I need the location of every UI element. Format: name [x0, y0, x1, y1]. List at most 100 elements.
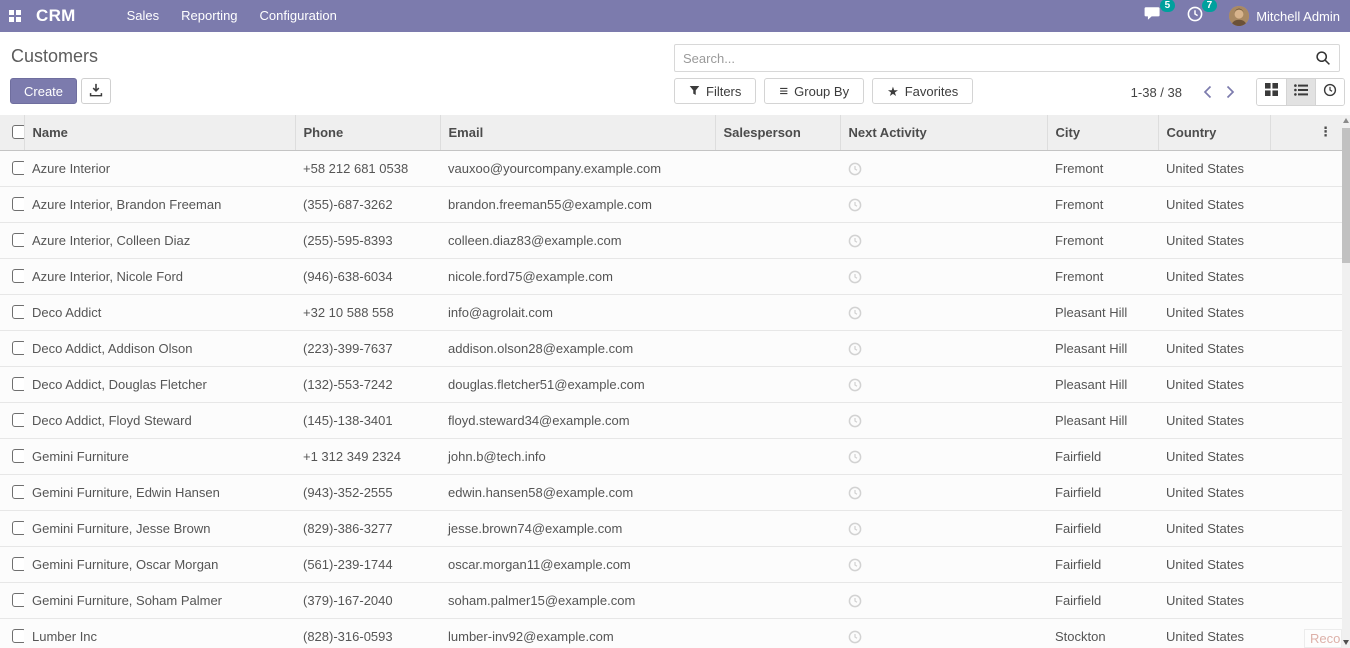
cell-country[interactable]: United States [1158, 186, 1270, 222]
table-row[interactable]: Azure Interior, Nicole Ford (946)-638-60… [0, 258, 1342, 294]
cell-city[interactable]: Fremont [1047, 150, 1158, 186]
row-checkbox[interactable] [12, 341, 24, 355]
cell-email[interactable]: floyd.steward34@example.com [440, 402, 715, 438]
column-header-city[interactable]: City [1047, 115, 1158, 150]
cell-next-activity[interactable] [840, 402, 1047, 438]
cell-salesperson[interactable] [715, 402, 840, 438]
cell-name[interactable]: Azure Interior [24, 150, 295, 186]
cell-phone[interactable]: +32 10 588 558 [295, 294, 440, 330]
cell-email[interactable]: addison.olson28@example.com [440, 330, 715, 366]
cell-next-activity[interactable] [840, 222, 1047, 258]
cell-next-activity[interactable] [840, 618, 1047, 648]
cell-email[interactable]: info@agrolait.com [440, 294, 715, 330]
row-checkbox[interactable] [12, 629, 24, 643]
messages-button[interactable]: 5 [1144, 6, 1161, 26]
cell-email[interactable]: jesse.brown74@example.com [440, 510, 715, 546]
table-row[interactable]: Gemini Furniture, Jesse Brown (829)-386-… [0, 510, 1342, 546]
cell-next-activity[interactable] [840, 366, 1047, 402]
search-icon[interactable] [1307, 50, 1339, 66]
cell-phone[interactable]: (829)-386-3277 [295, 510, 440, 546]
cell-email[interactable]: vauxoo@yourcompany.example.com [440, 150, 715, 186]
cell-next-activity[interactable] [840, 474, 1047, 510]
next-activity-clock-icon[interactable] [848, 448, 862, 463]
cell-name[interactable]: Deco Addict [24, 294, 295, 330]
row-checkbox[interactable] [12, 305, 24, 319]
cell-salesperson[interactable] [715, 330, 840, 366]
user-avatar[interactable] [1229, 6, 1249, 26]
cell-phone[interactable]: (223)-399-7637 [295, 330, 440, 366]
optional-columns-icon[interactable]: ⋮ [1319, 124, 1334, 139]
kanban-view-button[interactable] [1257, 79, 1286, 105]
cell-phone[interactable]: (828)-316-0593 [295, 618, 440, 648]
cell-phone[interactable]: (943)-352-2555 [295, 474, 440, 510]
cell-name[interactable]: Gemini Furniture, Jesse Brown [24, 510, 295, 546]
table-row[interactable]: Deco Addict +32 10 588 558 info@agrolait… [0, 294, 1342, 330]
row-checkbox[interactable] [12, 161, 24, 175]
row-checkbox[interactable] [12, 449, 24, 463]
cell-city[interactable]: Pleasant Hill [1047, 330, 1158, 366]
cell-email[interactable]: oscar.morgan11@example.com [440, 546, 715, 582]
next-activity-clock-icon[interactable] [848, 196, 862, 211]
cell-next-activity[interactable] [840, 258, 1047, 294]
cell-email[interactable]: soham.palmer15@example.com [440, 582, 715, 618]
cell-phone[interactable]: +58 212 681 0538 [295, 150, 440, 186]
app-brand[interactable]: CRM [36, 6, 76, 26]
next-activity-clock-icon[interactable] [848, 304, 862, 319]
cell-name[interactable]: Lumber Inc [24, 618, 295, 648]
create-button[interactable]: Create [10, 78, 77, 104]
cell-city[interactable]: Fairfield [1047, 582, 1158, 618]
next-activity-clock-icon[interactable] [848, 268, 862, 283]
row-checkbox[interactable] [12, 197, 24, 211]
cell-name[interactable]: Azure Interior, Colleen Diaz [24, 222, 295, 258]
cell-phone[interactable]: (561)-239-1744 [295, 546, 440, 582]
cell-country[interactable]: United States [1158, 150, 1270, 186]
cell-salesperson[interactable] [715, 258, 840, 294]
next-activity-clock-icon[interactable] [848, 232, 862, 247]
cell-country[interactable]: United States [1158, 618, 1270, 648]
cell-next-activity[interactable] [840, 438, 1047, 474]
cell-city[interactable]: Fremont [1047, 222, 1158, 258]
cell-country[interactable]: United States [1158, 438, 1270, 474]
column-header-name[interactable]: Name [24, 115, 295, 150]
cell-city[interactable]: Fremont [1047, 186, 1158, 222]
apps-menu-icon[interactable] [0, 0, 30, 32]
row-checkbox[interactable] [12, 593, 24, 607]
cell-phone[interactable]: (379)-167-2040 [295, 582, 440, 618]
cell-email[interactable]: nicole.ford75@example.com [440, 258, 715, 294]
cell-country[interactable]: United States [1158, 474, 1270, 510]
cell-salesperson[interactable] [715, 222, 840, 258]
menu-configuration[interactable]: Configuration [249, 0, 348, 32]
cell-next-activity[interactable] [840, 582, 1047, 618]
table-row[interactable]: Lumber Inc (828)-316-0593 lumber-inv92@e… [0, 618, 1342, 648]
row-checkbox[interactable] [12, 269, 24, 283]
cell-city[interactable]: Pleasant Hill [1047, 294, 1158, 330]
cell-salesperson[interactable] [715, 150, 840, 186]
cell-name[interactable]: Gemini Furniture, Edwin Hansen [24, 474, 295, 510]
table-row[interactable]: Gemini Furniture, Oscar Morgan (561)-239… [0, 546, 1342, 582]
cell-next-activity[interactable] [840, 510, 1047, 546]
table-row[interactable]: Deco Addict, Floyd Steward (145)-138-340… [0, 402, 1342, 438]
next-activity-clock-icon[interactable] [848, 412, 862, 427]
cell-country[interactable]: United States [1158, 366, 1270, 402]
activities-button[interactable]: 7 [1187, 6, 1203, 27]
next-activity-clock-icon[interactable] [848, 484, 862, 499]
row-checkbox[interactable] [12, 521, 24, 535]
cell-city[interactable]: Stockton [1047, 618, 1158, 648]
select-all-checkbox[interactable] [12, 125, 24, 139]
cell-next-activity[interactable] [840, 150, 1047, 186]
favorites-button[interactable]: ★ Favorites [872, 78, 973, 104]
cell-next-activity[interactable] [840, 546, 1047, 582]
cell-next-activity[interactable] [840, 330, 1047, 366]
next-activity-clock-icon[interactable] [848, 628, 862, 643]
table-row[interactable]: Deco Addict, Douglas Fletcher (132)-553-… [0, 366, 1342, 402]
cell-name[interactable]: Gemini Furniture, Soham Palmer [24, 582, 295, 618]
table-row[interactable]: Azure Interior, Brandon Freeman (355)-68… [0, 186, 1342, 222]
scrollbar-thumb[interactable] [1342, 128, 1350, 263]
cell-salesperson[interactable] [715, 294, 840, 330]
cell-email[interactable]: brandon.freeman55@example.com [440, 186, 715, 222]
cell-city[interactable]: Pleasant Hill [1047, 402, 1158, 438]
next-activity-clock-icon[interactable] [848, 160, 862, 175]
cell-name[interactable]: Gemini Furniture, Oscar Morgan [24, 546, 295, 582]
cell-salesperson[interactable] [715, 546, 840, 582]
cell-country[interactable]: United States [1158, 258, 1270, 294]
